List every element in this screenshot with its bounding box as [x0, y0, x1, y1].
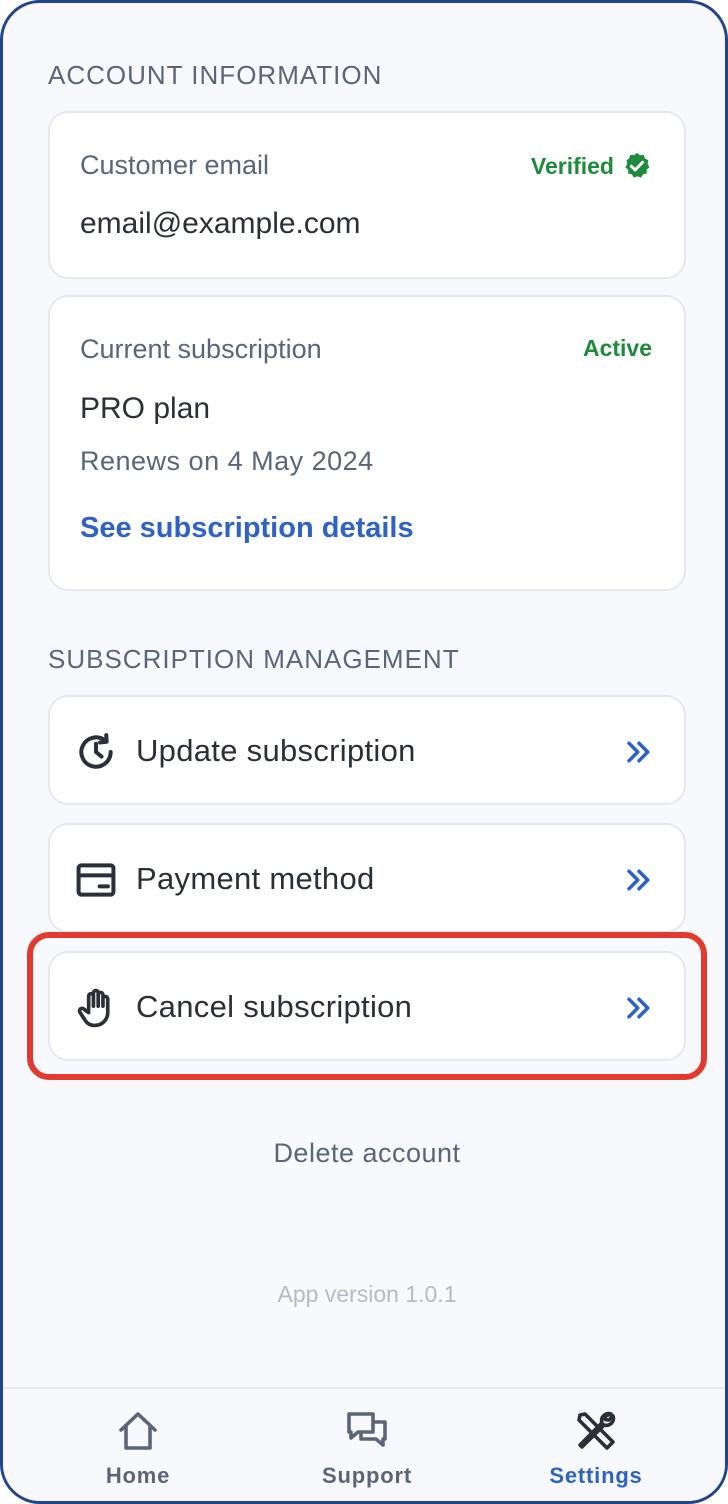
hand-stop-icon — [77, 988, 110, 1028]
double-chevron-right-icon — [627, 741, 650, 763]
update-subscription-button[interactable]: Update subscription — [48, 695, 686, 805]
subscription-details-link[interactable]: See subscription details — [80, 512, 414, 545]
email-value: email@example.com — [80, 207, 361, 240]
card-icon — [76, 863, 116, 897]
delete-account-link[interactable]: Delete account — [3, 1138, 725, 1169]
cancel-subscription-button[interactable]: Cancel subscription — [48, 951, 686, 1061]
tab-home-label: Home — [105, 1463, 171, 1488]
bottom-tab-bar: Home Support Settings — [3, 1387, 725, 1501]
renewal-date: Renews on 4 May 2024 — [80, 446, 374, 476]
app-version: App version 1.0.1 — [277, 1281, 457, 1307]
subscription-label: Current subscription — [80, 334, 322, 364]
tools-icon — [577, 1411, 616, 1450]
payment-method-button[interactable]: Payment method — [48, 823, 686, 933]
verified-badge-icon — [625, 152, 650, 178]
email-label: Customer email — [80, 150, 270, 180]
plan-name: PRO plan — [80, 392, 211, 425]
cancel-subscription-label: Cancel subscription — [136, 989, 413, 1024]
double-chevron-right-icon — [627, 869, 650, 891]
chat-icon — [347, 1412, 387, 1447]
tab-support[interactable]: Support — [287, 1407, 447, 1489]
subscription-card: Current subscription Active PRO plan Ren… — [48, 295, 686, 591]
payment-method-label: Payment method — [136, 861, 375, 896]
tab-settings[interactable]: Settings — [516, 1407, 676, 1489]
email-card: Customer email Verified email@example.co… — [48, 111, 686, 279]
verified-text: Verified — [530, 152, 614, 179]
tab-support-label: Support — [322, 1463, 412, 1488]
tab-settings-label: Settings — [549, 1463, 643, 1488]
active-status: Active — [582, 335, 652, 361]
home-icon — [119, 1412, 157, 1450]
phone-frame: ACCOUNT INFORMATION Customer email Verif… — [0, 0, 728, 1504]
double-chevron-right-icon — [627, 997, 650, 1019]
tab-home[interactable]: Home — [58, 1407, 218, 1489]
verified-status: Verified — [531, 151, 652, 181]
update-subscription-label: Update subscription — [136, 733, 416, 768]
clock-refresh-icon — [79, 733, 113, 769]
management-section-title: SUBSCRIPTION MANAGEMENT — [48, 644, 460, 674]
account-section-title: ACCOUNT INFORMATION — [48, 60, 383, 90]
